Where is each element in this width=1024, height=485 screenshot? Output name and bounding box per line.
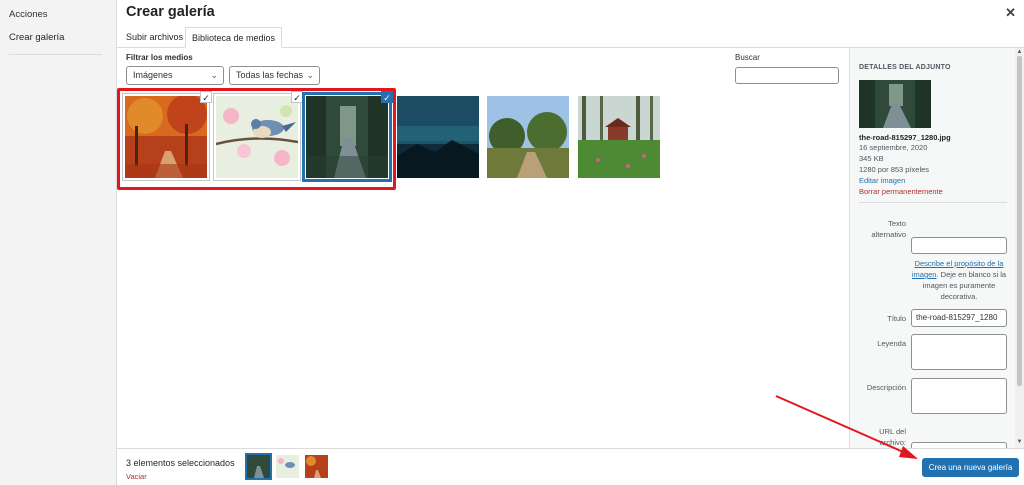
- the-road-image: [306, 96, 388, 178]
- media-item-cabin-meadow[interactable]: [578, 96, 660, 178]
- attachment-size: 345 KB: [859, 154, 884, 163]
- checkmark-icon[interactable]: ✓: [200, 91, 212, 103]
- caption-label: Leyenda: [877, 339, 906, 348]
- search-label: Buscar: [735, 53, 760, 62]
- tab-upload-files[interactable]: Subir archivos: [120, 27, 189, 48]
- alt-text-help: Describe el propósito de la imagen. Deje…: [911, 258, 1007, 302]
- media-type-select[interactable]: Imágenes ⌄: [126, 66, 224, 85]
- attachment-preview: [859, 80, 931, 128]
- attachment-filename: the-road-815297_1280.jpg: [859, 133, 951, 142]
- night-sky-image: [397, 96, 479, 178]
- modal-title: Crear galería: [126, 4, 215, 20]
- description-label: Descripción: [866, 383, 906, 392]
- alt-text-label: Texto alternativo: [856, 218, 906, 240]
- date-select-value: Todas las fechas: [236, 70, 304, 80]
- selection-thumb-the-road[interactable]: [245, 453, 272, 480]
- date-select[interactable]: Todas las fechas ⌄: [229, 66, 320, 85]
- caption-field[interactable]: [911, 334, 1007, 370]
- title-field-value: the-road-815297_1280: [916, 313, 998, 322]
- edit-image-link[interactable]: Editar imagen: [859, 176, 905, 185]
- search-input[interactable]: [735, 67, 839, 84]
- media-type-select-value: Imágenes: [133, 70, 173, 80]
- file-url-label-line-1: URL del: [879, 427, 906, 436]
- file-url-label-line-2: archivo:: [879, 438, 906, 447]
- delete-permanently-link[interactable]: Borrar permanentemente: [859, 187, 943, 196]
- menu-item-create-gallery[interactable]: Crear galería: [9, 32, 64, 43]
- media-menu: Acciones Crear galería: [0, 0, 117, 485]
- title-label: Título: [887, 314, 906, 323]
- media-item-pine-forest[interactable]: [487, 96, 569, 178]
- media-item-bird-blossoms[interactable]: ✓: [213, 91, 303, 181]
- alt-text-help-text-2: imagen es puramente: [922, 281, 996, 290]
- alt-text-field[interactable]: [911, 237, 1007, 254]
- menu-item-actions[interactable]: Acciones: [9, 9, 48, 20]
- alt-text-label-line-2: alternativo: [871, 230, 906, 239]
- pine-forest-image: [487, 96, 569, 178]
- alt-text-help-text-1: . Deje en blanco si la: [936, 270, 1007, 279]
- bird-blossoms-image: [215, 96, 299, 178]
- clear-selection-link[interactable]: Vaciar: [126, 472, 147, 481]
- chevron-down-icon: ⌄: [210, 70, 218, 80]
- router-tabs: Subir archivos Biblioteca de medios: [117, 24, 1024, 48]
- chevron-down-icon: ⌄: [306, 70, 314, 80]
- filter-label: Filtrar los medios: [126, 53, 193, 62]
- title-field[interactable]: the-road-815297_1280: [911, 309, 1007, 327]
- selection-thumb-bird-blossoms[interactable]: [276, 455, 299, 478]
- alt-text-help-link[interactable]: Describe el propósito de la: [915, 259, 1004, 268]
- media-item-the-road[interactable]: ✓: [302, 91, 393, 182]
- file-url-label: URL del archivo:: [856, 426, 906, 448]
- scroll-down-arrow-icon[interactable]: ▼: [1015, 439, 1024, 445]
- alt-text-help-text-3: decorativa.: [940, 292, 978, 301]
- selection-thumb-autumn-forest[interactable]: [305, 455, 328, 478]
- scroll-up-arrow-icon[interactable]: ▲: [1015, 49, 1024, 55]
- sidebar-separator: [859, 202, 1007, 203]
- close-icon[interactable]: ✕: [1005, 5, 1016, 21]
- attachment-dimensions: 1280 por 853 píxeles: [859, 165, 930, 174]
- autumn-forest-image: [125, 94, 207, 178]
- media-item-night-sky[interactable]: [397, 96, 479, 178]
- checkmark-icon[interactable]: ✓: [291, 91, 303, 103]
- sidebar-heading: DETALLES DEL ADJUNTO: [859, 64, 951, 71]
- cabin-meadow-image: [578, 96, 660, 178]
- create-gallery-button[interactable]: Crea una nueva galería: [922, 458, 1019, 477]
- alt-text-help-link-2[interactable]: imagen: [912, 270, 937, 279]
- media-item-autumn-forest[interactable]: ✓: [122, 91, 212, 181]
- selection-count: 3 elementos seleccionados: [126, 458, 235, 468]
- description-field[interactable]: [911, 378, 1007, 414]
- scrollbar-thumb[interactable]: [1017, 56, 1022, 386]
- tab-media-library[interactable]: Biblioteca de medios: [185, 27, 283, 48]
- alt-text-label-line-1: Texto: [888, 219, 906, 228]
- menu-separator: [9, 54, 102, 55]
- media-modal: Acciones Crear galería Crear galería ✕ S…: [0, 0, 1024, 485]
- checkmark-icon[interactable]: ✓: [381, 91, 393, 103]
- attachment-date: 16 septiembre, 2020: [859, 143, 928, 152]
